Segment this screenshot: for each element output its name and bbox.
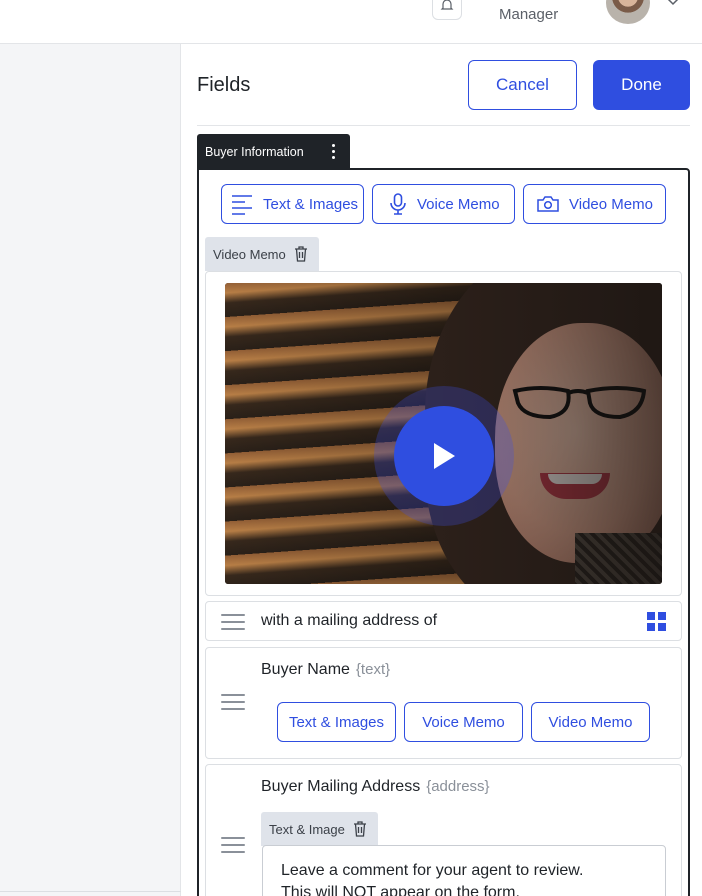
header-divider (197, 125, 690, 126)
buyer-address-label-row: Buyer Mailing Address {address} (261, 778, 490, 796)
add-text-images-label: Text & Images (263, 195, 359, 213)
buyer-address-type-hint: {address} (426, 778, 490, 795)
add-voice-memo-button[interactable]: Voice Memo (372, 184, 515, 224)
add-voice-memo-label: Voice Memo (417, 195, 500, 213)
buyer-name-video-memo-button[interactable]: Video Memo (531, 702, 650, 742)
comment-line-2: This will NOT appear on the form. (281, 884, 520, 896)
trash-icon[interactable] (294, 246, 308, 262)
section-menu-icon[interactable] (326, 141, 340, 161)
notification-bell-button[interactable] (432, 0, 462, 20)
top-header: Manager (0, 0, 702, 44)
camera-icon (537, 196, 559, 212)
add-text-images-button[interactable]: Text & Images (221, 184, 364, 224)
text-field-content[interactable]: with a mailing address of (261, 612, 437, 630)
buyer-name-type-hint: {text} (355, 661, 391, 678)
video-memo-chip-label: Video Memo (213, 246, 286, 262)
buyer-name-text-images-button[interactable]: Text & Images (277, 702, 396, 742)
done-button[interactable]: Done (593, 60, 690, 110)
grid-icon[interactable] (647, 612, 666, 631)
buyer-name-label-row: Buyer Name {text} (261, 661, 390, 679)
section-title: Buyer Information (205, 144, 304, 159)
add-video-memo-label: Video Memo (569, 195, 653, 213)
trash-icon[interactable] (353, 821, 367, 837)
buyer-name-label: Buyer Name (261, 661, 350, 678)
text-lines-icon (232, 195, 252, 215)
play-icon (434, 443, 455, 469)
drag-handle-icon[interactable] (221, 614, 245, 630)
play-button[interactable] (394, 406, 494, 506)
cancel-button[interactable]: Cancel (468, 60, 577, 110)
bell-icon (440, 0, 454, 10)
sidebar-footer-divider (0, 891, 181, 896)
add-video-memo-button[interactable]: Video Memo (523, 184, 666, 224)
drag-handle-icon[interactable] (221, 837, 245, 853)
video-memo-chip: Video Memo (205, 237, 319, 271)
drag-handle-icon[interactable] (221, 694, 245, 710)
buyer-name-voice-memo-button[interactable]: Voice Memo (404, 702, 523, 742)
page-title: Fields (197, 74, 251, 96)
microphone-icon (390, 193, 406, 215)
text-image-chip: Text & Image (261, 812, 378, 846)
comment-textarea[interactable]: Leave a comment for your agent to review… (262, 845, 666, 896)
chevron-down-icon[interactable] (664, 0, 682, 12)
left-sidebar (0, 44, 181, 896)
avatar[interactable] (606, 0, 650, 24)
comment-line-1: Leave a comment for your agent to review… (281, 862, 584, 879)
user-role: Manager (499, 6, 559, 23)
buyer-address-label: Buyer Mailing Address (261, 778, 421, 795)
text-image-chip-label: Text & Image (269, 821, 345, 837)
